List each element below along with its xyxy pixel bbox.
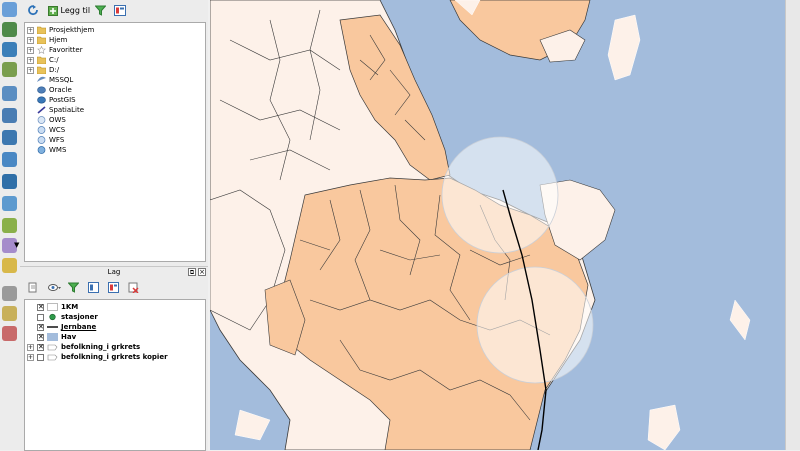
- browser-item-wfs[interactable]: WFS: [37, 135, 64, 145]
- islet-2: [647, 404, 681, 450]
- layer-checkbox[interactable]: ✕: [37, 323, 44, 331]
- filter-legend-icon[interactable]: [68, 282, 79, 293]
- polygon-symbol-icon: [47, 303, 58, 311]
- browser-item-ows[interactable]: OWS: [37, 115, 66, 125]
- islet-5: [234, 409, 271, 441]
- star-icon: [37, 46, 46, 54]
- browser-item-oracle[interactable]: Oracle: [37, 85, 72, 95]
- add-icon: [48, 5, 58, 16]
- buffer-circle-north: [441, 136, 559, 254]
- islet-4: [729, 299, 751, 341]
- categorized-symbol-icon: [47, 344, 58, 351]
- browser-item-spatialite[interactable]: SpatiaLite: [37, 105, 84, 115]
- layers-panel-title: Lag: [107, 268, 121, 276]
- mssql-icon: [37, 76, 46, 82]
- expand-icon[interactable]: +: [27, 66, 34, 74]
- browser-item-wms[interactable]: WMS: [37, 145, 66, 155]
- browser-item-hjem[interactable]: + Hjem: [27, 35, 67, 45]
- add-vector-layer-icon[interactable]: [2, 2, 17, 17]
- spatialite-icon: [37, 106, 46, 114]
- expand-icon[interactable]: +: [27, 56, 34, 64]
- new-spatialite-icon[interactable]: [2, 258, 17, 273]
- wfs-icon: [37, 136, 46, 144]
- add-mssql-layer-icon[interactable]: [2, 86, 17, 101]
- wcs-icon: [37, 126, 46, 134]
- wms-icon: [37, 146, 46, 154]
- close-panel-icon[interactable]: ×: [198, 268, 206, 276]
- map-canvas[interactable]: [210, 0, 785, 450]
- chevron-down-icon[interactable]: ▼: [14, 241, 19, 249]
- add-wfs-layer-icon[interactable]: [2, 174, 17, 189]
- line-symbol-icon: [47, 326, 58, 328]
- float-panel-icon[interactable]: ⧉: [188, 268, 196, 276]
- expand-icon[interactable]: +: [27, 46, 34, 54]
- collapse-icon[interactable]: [114, 5, 126, 16]
- postgis-icon: [37, 96, 46, 104]
- browser-item-wcs[interactable]: WCS: [37, 125, 65, 135]
- ows-icon: [37, 116, 46, 124]
- folder-icon: [37, 26, 46, 34]
- remove-layer-icon[interactable]: [128, 282, 139, 293]
- open-layer-styling-icon[interactable]: [28, 282, 38, 293]
- folder-icon: [37, 36, 46, 44]
- expand-icon[interactable]: +: [27, 36, 34, 44]
- layer-checkbox[interactable]: ✕: [37, 333, 44, 341]
- digitize-icon[interactable]: [2, 286, 17, 301]
- browser-item-prosjekthjem[interactable]: + Prosjekthjem: [27, 25, 94, 35]
- right-scrollbar[interactable]: [785, 0, 800, 450]
- browser-item-d-drive[interactable]: + D:/: [27, 65, 59, 75]
- visibility-dropdown-icon[interactable]: [48, 282, 62, 293]
- layer-checkbox[interactable]: ✕: [37, 343, 44, 351]
- add-button-label: Legg til: [60, 6, 91, 15]
- collapse-all-icon[interactable]: [108, 282, 119, 293]
- drive-icon: [37, 56, 46, 64]
- browser-item-postgis[interactable]: PostGIS: [37, 95, 76, 105]
- layer-checkbox[interactable]: [37, 353, 44, 361]
- browser-item-favoritter[interactable]: + Favoritter: [27, 45, 83, 55]
- categorized-symbol-icon: [47, 354, 58, 361]
- edit-icon[interactable]: [2, 306, 17, 321]
- browser-panel: Legg til + Prosjekthjem + Hjem + Favoritter…: [20, 0, 208, 266]
- add-feature-icon[interactable]: [2, 326, 17, 341]
- buffer-circle-south: [476, 266, 594, 384]
- layer-item-hav[interactable]: ✕ Hav: [27, 332, 76, 342]
- layers-panel: Lag ⧉ × ✕ 1KM stasjoner ✕ Jernbane ✕ Hav + ✕…: [20, 266, 208, 451]
- layer-item-befolkning[interactable]: + ✕ befolkning_i grkrets: [27, 342, 140, 352]
- refresh-icon[interactable]: [28, 5, 39, 16]
- add-spatialite-layer-icon[interactable]: [2, 62, 17, 77]
- layer-checkbox[interactable]: [37, 313, 44, 321]
- left-toolbar: ▼: [0, 0, 21, 450]
- add-postgis-layer-icon[interactable]: [2, 42, 17, 57]
- add-button[interactable]: Legg til: [48, 4, 90, 18]
- oracle-icon: [37, 86, 46, 94]
- browser-item-c-drive[interactable]: + C:/: [27, 55, 59, 65]
- expand-icon[interactable]: +: [27, 343, 34, 351]
- islet-1: [607, 14, 641, 81]
- point-symbol-icon: [49, 313, 56, 321]
- drive-icon: [37, 66, 46, 74]
- browser-toolbar: Legg til: [20, 0, 208, 22]
- add-delimited-text-icon[interactable]: [2, 196, 17, 211]
- add-wms-layer-icon[interactable]: [2, 130, 17, 145]
- layer-item-befolkning-kopier[interactable]: + befolkning_i grkrets kopier: [27, 352, 168, 362]
- filter-icon[interactable]: [95, 5, 106, 16]
- browser-tree[interactable]: + Prosjekthjem + Hjem + Favoritter + C:/ + D:…: [24, 22, 206, 262]
- expand-icon[interactable]: +: [27, 26, 34, 34]
- add-oracle-layer-icon[interactable]: [2, 108, 17, 123]
- expand-all-icon[interactable]: [88, 282, 99, 293]
- add-raster-layer-icon[interactable]: [2, 22, 17, 37]
- browser-item-mssql[interactable]: MSSQL: [37, 75, 73, 85]
- layer-item-jernbane[interactable]: ✕ Jernbane: [27, 322, 96, 332]
- layers-list[interactable]: ✕ 1KM stasjoner ✕ Jernbane ✕ Hav + ✕ befolkni…: [24, 299, 206, 451]
- new-shapefile-icon[interactable]: [2, 218, 17, 233]
- layer-checkbox[interactable]: ✕: [37, 303, 44, 311]
- layer-item-1km[interactable]: ✕ 1KM: [27, 302, 78, 312]
- water-polygon-symbol-icon: [47, 333, 58, 341]
- add-wcs-layer-icon[interactable]: [2, 152, 17, 167]
- layer-item-stasjoner[interactable]: stasjoner: [27, 312, 98, 322]
- expand-icon[interactable]: +: [27, 353, 34, 361]
- map-svg[interactable]: [210, 0, 785, 450]
